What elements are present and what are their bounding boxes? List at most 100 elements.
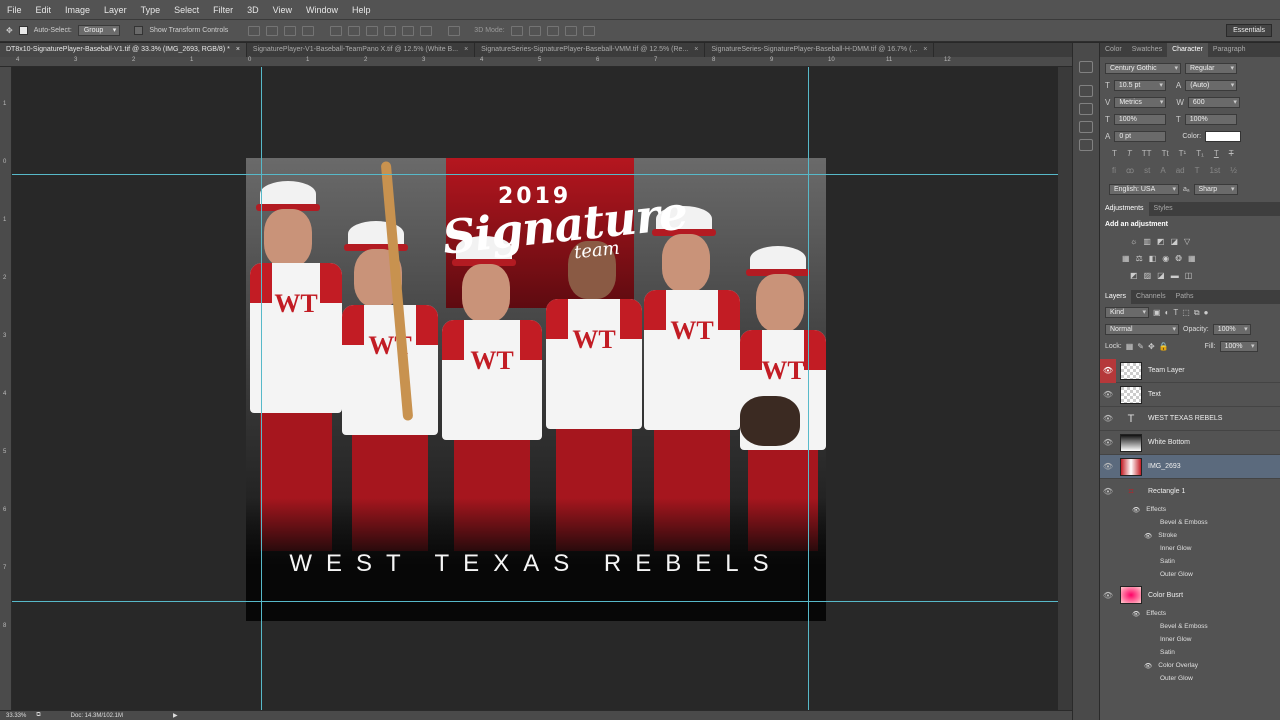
zoom-level[interactable]: 33.33%	[6, 713, 26, 719]
3d-rotate-icon[interactable]	[510, 25, 523, 36]
effect-item[interactable]: Satin	[1100, 646, 1280, 659]
fill-input[interactable]: 100%	[1219, 341, 1258, 352]
channel-mixer-icon[interactable]: ❂	[1175, 254, 1182, 263]
doc-tab[interactable]: SignaturePlayer-V1-Baseball-TeamPano X.t…	[247, 43, 476, 57]
font-style-select[interactable]: Regular	[1185, 63, 1237, 74]
blend-mode-select[interactable]: Normal	[1105, 324, 1179, 335]
guide-vertical[interactable]	[808, 67, 809, 710]
effect-item[interactable]: Satin	[1100, 555, 1280, 568]
faux-italic-icon[interactable]: T	[1127, 149, 1132, 158]
selective-color-icon[interactable]: ◫	[1185, 271, 1193, 280]
hue-saturation-icon[interactable]: ▦	[1122, 254, 1130, 263]
vertical-scale-input[interactable]: 100%	[1113, 114, 1166, 125]
tab-layers[interactable]: Layers	[1100, 290, 1132, 304]
all-caps-icon[interactable]: TT	[1142, 149, 1152, 158]
tracking-input[interactable]: 600	[1187, 97, 1240, 108]
auto-align-icon[interactable]	[448, 25, 461, 36]
brightness-icon[interactable]: ☼	[1130, 237, 1137, 246]
vertical-scrollbar[interactable]	[1058, 67, 1072, 710]
swash-a-icon[interactable]: A	[1160, 166, 1165, 175]
align-top-icon[interactable]	[248, 25, 261, 36]
horizontal-scale-input[interactable]: 100%	[1184, 114, 1237, 125]
visibility-eye-icon[interactable]: 👁	[1100, 438, 1116, 447]
ligature-icon[interactable]: fi	[1112, 166, 1116, 175]
layer-row[interactable]: 👁 ⌗ Rectangle 1	[1100, 479, 1280, 503]
leading-input[interactable]: (Auto)	[1185, 80, 1238, 91]
distribute-top-icon[interactable]	[330, 25, 343, 36]
effects-header[interactable]: 👁 Effects	[1100, 503, 1280, 516]
distribute-left-icon[interactable]	[384, 25, 397, 36]
distribute-middle-icon[interactable]	[348, 25, 361, 36]
baseline-shift-input[interactable]: 0 pt	[1114, 131, 1167, 142]
menu-help[interactable]: Help	[345, 5, 378, 15]
visibility-eye-icon[interactable]: 👁	[1100, 414, 1116, 423]
tab-paths[interactable]: Paths	[1171, 290, 1199, 304]
doc-tab[interactable]: DT8x10-SignaturePlayer-Baseball-V1.tif @…	[0, 43, 247, 57]
kerning-input[interactable]: Metrics	[1114, 97, 1167, 108]
distribute-right-icon[interactable]	[420, 25, 433, 36]
auto-select-checkbox[interactable]	[18, 26, 28, 35]
filter-smart-icon[interactable]: ⧉	[1194, 308, 1200, 318]
effects-header[interactable]: 👁 Effects	[1100, 607, 1280, 620]
color-balance-icon[interactable]: ⚖	[1136, 254, 1143, 263]
visibility-eye-icon[interactable]: 👁	[1100, 462, 1116, 471]
align-left-icon[interactable]	[302, 25, 315, 36]
black-white-icon[interactable]: ◧	[1149, 254, 1157, 263]
color-lookup-icon[interactable]: ▦	[1188, 254, 1196, 263]
filter-type-icon[interactable]: T	[1173, 308, 1178, 317]
effect-item[interactable]: Outer Glow	[1100, 672, 1280, 685]
align-middle-icon[interactable]	[266, 25, 279, 36]
tab-swatches[interactable]: Swatches	[1127, 43, 1167, 57]
visibility-eye-icon[interactable]: 👁	[1100, 487, 1116, 496]
status-menu-arrow-icon[interactable]: ▶	[173, 712, 178, 719]
language-select[interactable]: English: USA	[1109, 184, 1179, 195]
filter-adjustment-icon[interactable]: ◐	[1165, 308, 1170, 317]
horizontal-ruler[interactable]: 4 3 2 1 0 1 2 3 4 5 6 7 8 9 10 11 12	[0, 57, 1072, 67]
layer-name[interactable]: Rectangle 1	[1148, 488, 1185, 495]
vibrance-icon[interactable]: ▽	[1184, 237, 1190, 246]
close-icon[interactable]: ×	[464, 46, 468, 53]
guide-horizontal[interactable]	[12, 174, 1058, 175]
photo-filter-icon[interactable]: ◉	[1162, 254, 1169, 263]
layer-name[interactable]: WEST TEXAS REBELS	[1148, 415, 1222, 422]
levels-icon[interactable]: ▥	[1143, 237, 1151, 246]
document-canvas[interactable]: WT WT WT WT WT WT 2019 Signature team WE…	[246, 158, 826, 621]
layer-name[interactable]: White Bottom	[1148, 439, 1190, 446]
auto-select-dropdown[interactable]: Group	[77, 25, 121, 36]
align-bottom-icon[interactable]	[284, 25, 297, 36]
layer-name[interactable]: Team Layer	[1148, 367, 1185, 374]
visibility-eye-icon[interactable]: 👁	[1100, 358, 1116, 383]
menu-image[interactable]: Image	[58, 5, 97, 15]
doc-tab[interactable]: SignatureSeries-SignaturePlayer-Baseball…	[705, 43, 935, 57]
layer-filter-select[interactable]: Kind	[1105, 307, 1149, 318]
close-icon[interactable]: ×	[694, 46, 698, 53]
guide-horizontal[interactable]	[12, 601, 1058, 602]
underline-icon[interactable]: T	[1214, 149, 1219, 158]
menu-select[interactable]: Select	[167, 5, 206, 15]
layer-name[interactable]: Text	[1148, 391, 1161, 398]
doc-tab[interactable]: SignatureSeries-SignaturePlayer-Baseball…	[475, 43, 706, 57]
distribute-bottom-icon[interactable]	[366, 25, 379, 36]
effect-item[interactable]: Outer Glow	[1100, 568, 1280, 581]
lock-all-icon[interactable]: 🔒	[1159, 342, 1169, 351]
tab-styles[interactable]: Styles	[1149, 202, 1178, 216]
menu-layer[interactable]: Layer	[97, 5, 134, 15]
faux-bold-icon[interactable]: T	[1112, 149, 1117, 158]
invert-icon[interactable]: ◩	[1130, 271, 1138, 280]
effect-item[interactable]: Inner Glow	[1100, 633, 1280, 646]
3d-drag-icon[interactable]	[546, 25, 559, 36]
antialias-select[interactable]: Sharp	[1193, 184, 1238, 195]
lock-move-icon[interactable]: ✥	[1148, 342, 1155, 351]
filter-shape-icon[interactable]: ⬚	[1182, 308, 1190, 317]
exposure-icon[interactable]: ◪	[1170, 237, 1178, 246]
show-transform-checkbox[interactable]	[134, 26, 144, 35]
font-size-input[interactable]: 10.5 pt	[1113, 80, 1166, 91]
tab-character[interactable]: Character	[1167, 43, 1208, 57]
export-icon[interactable]: ⧉	[36, 712, 40, 719]
effect-item[interactable]: Bevel & Emboss	[1100, 620, 1280, 633]
layer-row[interactable]: 👁 Color Busrt	[1100, 583, 1280, 607]
small-caps-icon[interactable]: Tt	[1162, 149, 1169, 158]
lock-brush-icon[interactable]: ✎	[1137, 342, 1144, 351]
curves-icon[interactable]: ◩	[1157, 237, 1165, 246]
menu-window[interactable]: Window	[299, 5, 345, 15]
